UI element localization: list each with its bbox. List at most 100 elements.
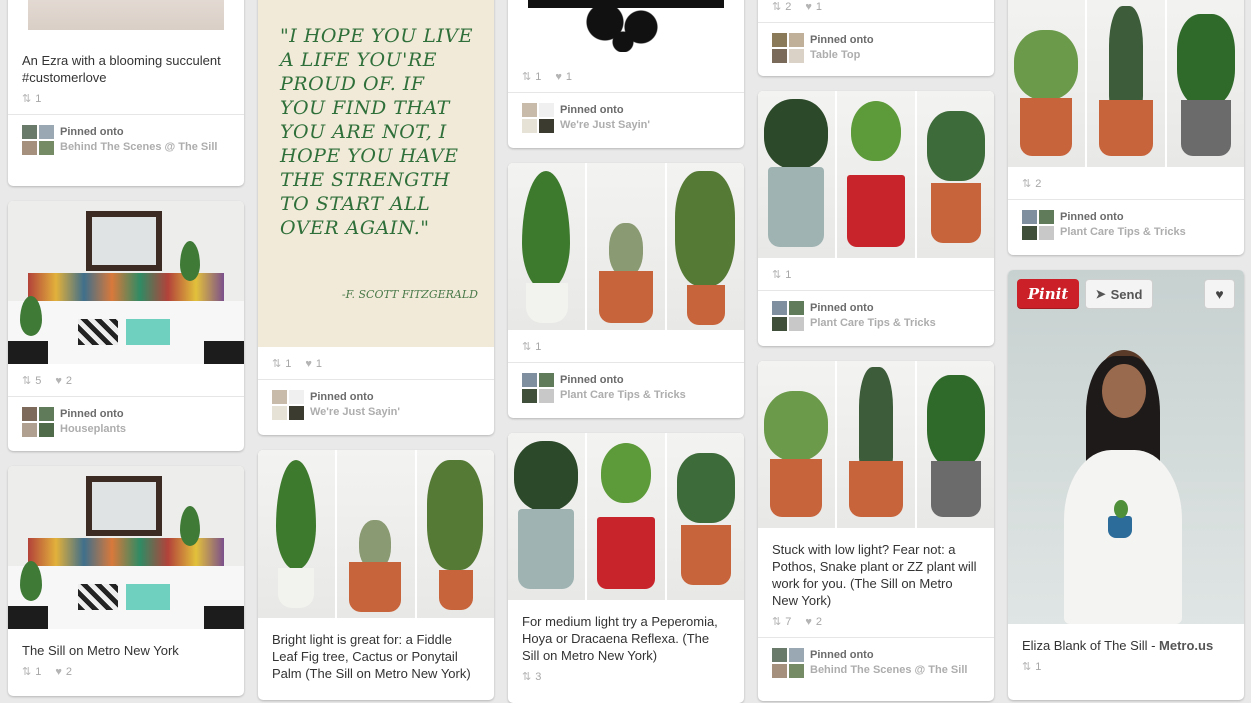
- pin-medium-light-triptych[interactable]: ⇅ 1 Pinned onto Plant Care Tips & Tricks: [758, 91, 994, 346]
- pin-source-link[interactable]: Metro.us: [1159, 638, 1213, 653]
- pinned-onto-board[interactable]: Pinned onto We're Just Sayin': [258, 379, 494, 430]
- pin-description: Bright light is great for: a Fiddle Leaf…: [272, 632, 471, 681]
- pin-image[interactable]: [758, 91, 994, 258]
- pin-stats: ⇅ 1: [1008, 654, 1244, 682]
- like-count: ♥ 2: [55, 665, 72, 678]
- pin-description: Eliza Blank of The Sill - Metro.us: [1022, 638, 1214, 653]
- pinned-onto-label: Pinned onto: [810, 34, 874, 46]
- pinned-onto-label: Pinned onto: [310, 391, 374, 403]
- pin-description: For medium light try a Peperomia, Hoya o…: [522, 614, 718, 663]
- pin-bedroom[interactable]: ⇅ 5 ♥ 2 Pinned onto Houseplants: [8, 201, 244, 451]
- board-name[interactable]: Behind The Scenes @ The Sill: [810, 663, 967, 678]
- pin-image[interactable]: [8, 466, 244, 629]
- board-thumbnails: [522, 103, 554, 133]
- repin-count: ⇅ 1: [772, 268, 792, 281]
- pinned-onto-board[interactable]: Pinned onto Plant Care Tips & Tricks: [508, 362, 744, 413]
- board-thumbnails: [772, 301, 804, 331]
- send-button[interactable]: ➤ Send: [1085, 279, 1153, 309]
- pin-bright-light[interactable]: Bright light is great for: a Fiddle Leaf…: [258, 450, 494, 700]
- pin-stats: ⇅ 1: [508, 330, 744, 362]
- pin-stats: ⇅ 3: [508, 664, 744, 692]
- pin-image[interactable]: [758, 361, 994, 528]
- pin-low-light-triptych[interactable]: ⇅ 2 Pinned onto Plant Care Tips & Tricks: [1008, 0, 1244, 255]
- heart-icon: ♥: [55, 374, 62, 387]
- pin-image[interactable]: [8, 0, 244, 30]
- like-count: ♥ 2: [55, 374, 72, 387]
- pin-floral-print[interactable]: ⇅ 1 ♥ 1 Pinned onto We're Just Sayin': [508, 0, 744, 148]
- pin-stats: ⇅ 2: [1008, 167, 1244, 199]
- pin-stats: ⇅ 1: [758, 258, 994, 290]
- board-name[interactable]: Table Top: [810, 48, 874, 63]
- pin-image[interactable]: [508, 0, 744, 60]
- like-count: ♥ 1: [805, 0, 822, 13]
- board-name[interactable]: Plant Care Tips & Tricks: [1060, 225, 1186, 240]
- repin-count: ⇅ 1: [1022, 660, 1042, 673]
- pinned-onto-board[interactable]: Pinned onto We're Just Sayin': [508, 92, 744, 143]
- pin-image[interactable]: [1008, 0, 1244, 167]
- pinned-onto-board[interactable]: Pinned onto Plant Care Tips & Tricks: [1008, 199, 1244, 250]
- pinned-onto-board[interactable]: Pinned onto Behind The Scenes @ The Sill: [758, 637, 994, 688]
- pinned-onto-label: Pinned onto: [560, 104, 624, 116]
- pin-stats: ⇅ 5 ♥ 2: [8, 364, 244, 396]
- pin-table-top[interactable]: ⇅ 2 ♥ 1 Pinned onto Table Top: [758, 0, 994, 76]
- heart-icon: ♥: [305, 357, 312, 370]
- board-thumbnails: [22, 407, 54, 437]
- pin-fitzgerald-quote[interactable]: "I hope you live a life you're proud of.…: [258, 0, 494, 435]
- repin-count: ⇅ 2: [772, 0, 792, 13]
- pin-image[interactable]: [508, 163, 744, 330]
- pinned-onto-label: Pinned onto: [810, 302, 874, 314]
- board-name[interactable]: Houseplants: [60, 422, 126, 437]
- repin-count: ⇅ 5: [22, 374, 42, 387]
- pin-low-light[interactable]: Stuck with low light? Fear not: a Pothos…: [758, 361, 994, 701]
- board-thumbnails: [1022, 210, 1054, 240]
- pin-ezra-succulent[interactable]: An Ezra with a blooming succulent #custo…: [8, 0, 244, 186]
- repin-icon: ⇅: [772, 615, 782, 628]
- pinned-onto-board[interactable]: Pinned onto Houseplants: [8, 396, 244, 447]
- board-name[interactable]: We're Just Sayin': [310, 405, 400, 420]
- repin-count: ⇅ 7: [772, 615, 792, 628]
- repin-icon: ⇅: [522, 70, 532, 83]
- heart-icon: ♥: [805, 615, 812, 628]
- board-thumbnails: [772, 33, 804, 63]
- pin-stats: ⇅ 7 ♥ 2: [758, 609, 994, 637]
- repin-icon: ⇅: [522, 340, 532, 353]
- board-name[interactable]: Behind The Scenes @ The Sill: [60, 140, 217, 155]
- repin-icon: ⇅: [22, 92, 32, 105]
- pin-image[interactable]: [258, 450, 494, 618]
- pinit-button[interactable]: Pinit: [1017, 279, 1079, 309]
- repin-icon: ⇅: [772, 0, 782, 13]
- board-name[interactable]: Plant Care Tips & Tricks: [810, 316, 936, 331]
- repin-icon: ⇅: [1022, 177, 1032, 190]
- quote-text: "I hope you live a life you're proud of.…: [280, 25, 474, 239]
- pinned-onto-board[interactable]: Pinned onto Table Top: [758, 22, 994, 73]
- pin-image[interactable]: [508, 433, 744, 600]
- board-thumbnails: [272, 390, 304, 420]
- pin-description: Stuck with low light? Fear not: a Pothos…: [772, 542, 977, 608]
- board-thumbnails: [772, 648, 804, 678]
- pin-image[interactable]: "I hope you live a life you're proud of.…: [258, 0, 494, 347]
- like-button[interactable]: ♥: [1204, 279, 1235, 309]
- pin-eliza-blank[interactable]: Pinit ➤ Send ♥ Eliza Blank of The Sill -…: [1008, 270, 1244, 700]
- pin-image[interactable]: Pinit ➤ Send ♥: [1008, 270, 1244, 624]
- board-name[interactable]: We're Just Sayin': [560, 118, 650, 133]
- pinned-onto-board[interactable]: Pinned onto Behind The Scenes @ The Sill: [8, 114, 244, 165]
- pinned-onto-label: Pinned onto: [810, 649, 874, 661]
- repin-count: ⇅ 2: [1022, 177, 1042, 190]
- pin-medium-light[interactable]: For medium light try a Peperomia, Hoya o…: [508, 433, 744, 703]
- pinned-onto-board[interactable]: Pinned onto Plant Care Tips & Tricks: [758, 290, 994, 341]
- like-count: ♥ 2: [805, 615, 822, 628]
- pinit-label: Pinit: [1027, 285, 1069, 303]
- heart-icon: ♥: [55, 665, 62, 678]
- pin-sill-metro[interactable]: The Sill on Metro New York ⇅ 1 ♥ 2: [8, 466, 244, 696]
- pin-bright-light-triptych[interactable]: ⇅ 1 Pinned onto Plant Care Tips & Tricks: [508, 163, 744, 418]
- repin-count: ⇅ 3: [522, 670, 542, 683]
- board-name[interactable]: Plant Care Tips & Tricks: [560, 388, 686, 403]
- pin-image[interactable]: [8, 201, 244, 364]
- repin-count: ⇅ 1: [22, 665, 42, 678]
- pin-description: The Sill on Metro New York: [22, 643, 179, 658]
- like-count: ♥ 1: [305, 357, 322, 370]
- board-thumbnails: [522, 373, 554, 403]
- board-thumbnails: [22, 125, 54, 155]
- pinned-onto-label: Pinned onto: [1060, 211, 1124, 223]
- pin-description: An Ezra with a blooming succulent #custo…: [22, 53, 221, 85]
